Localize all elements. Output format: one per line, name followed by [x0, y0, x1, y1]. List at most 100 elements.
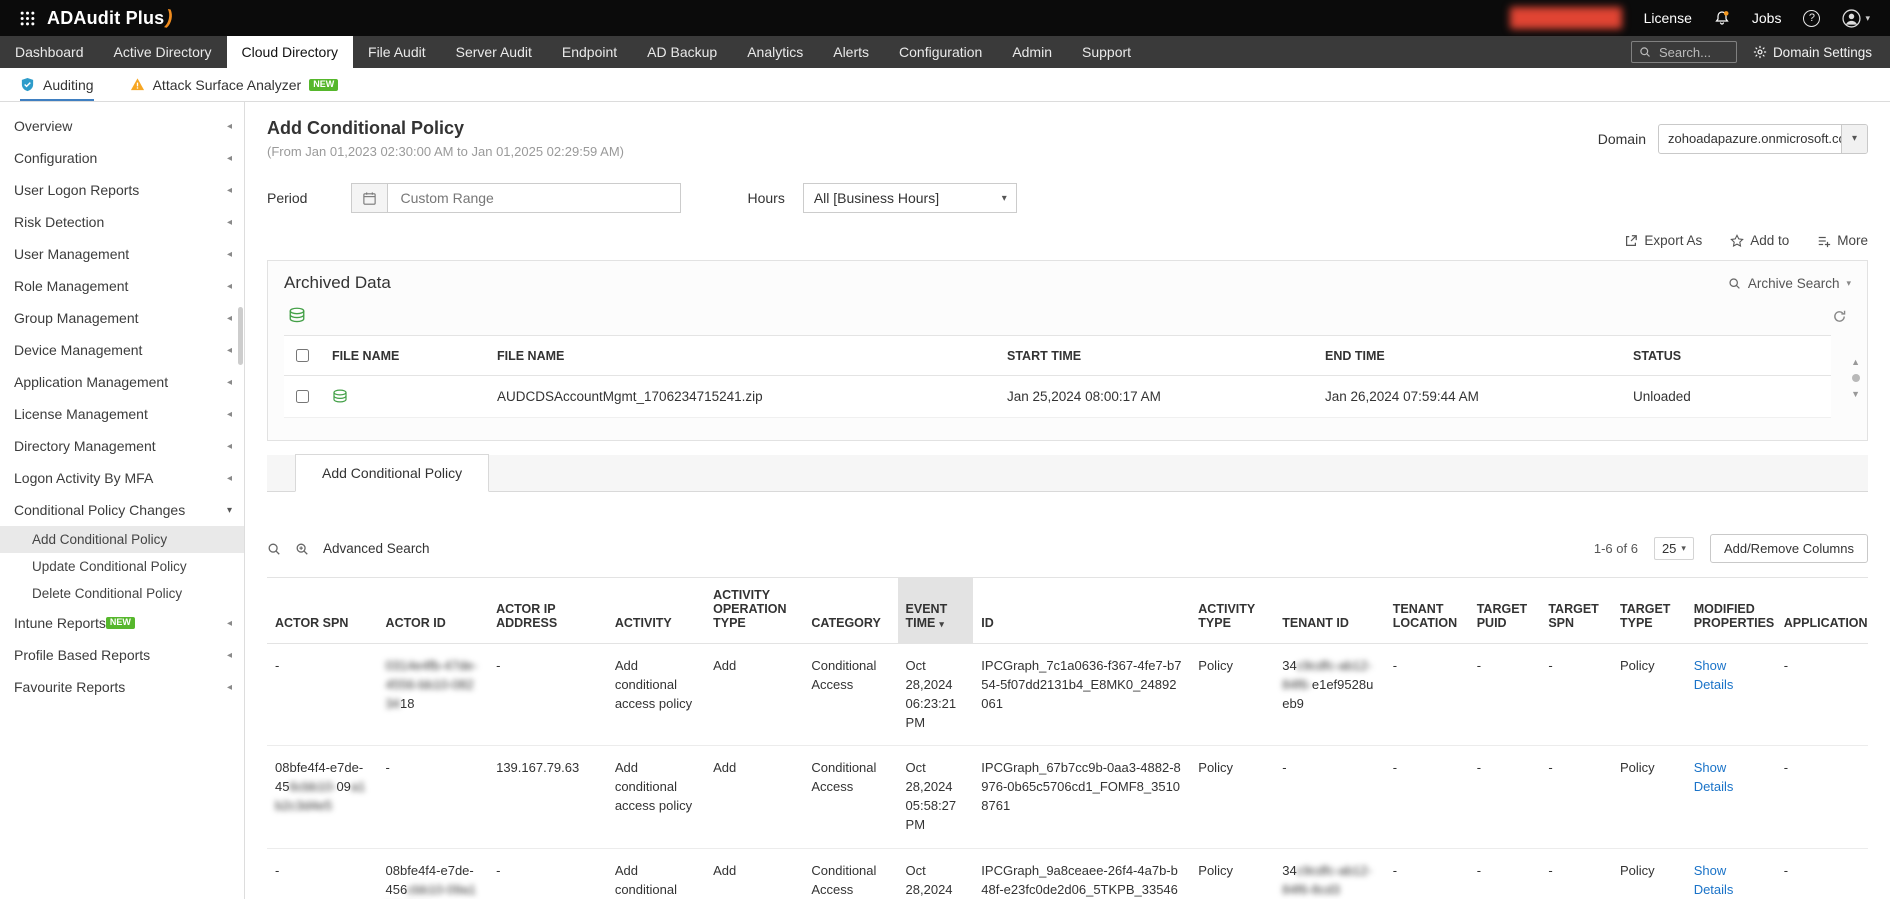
- period-field[interactable]: Custom Range: [351, 183, 682, 213]
- chevron-down-icon: ▾: [1681, 543, 1686, 553]
- nav-tab-endpoint[interactable]: Endpoint: [547, 36, 632, 68]
- col-header-application[interactable]: APPLICATION: [1775, 577, 1868, 644]
- sidebar-scrollbar[interactable]: [238, 307, 243, 365]
- col-header-actor-id[interactable]: ACTOR ID: [377, 577, 489, 644]
- col-header-activity[interactable]: ACTIVITY: [606, 577, 706, 644]
- scroll-down-icon[interactable]: ▼: [1851, 389, 1860, 399]
- nav-tab-configuration[interactable]: Configuration: [884, 36, 997, 68]
- sidebar-item-configuration[interactable]: Configuration ◂: [0, 142, 244, 174]
- show-details-link[interactable]: Show Details: [1694, 863, 1734, 897]
- nav-tab-active-directory[interactable]: Active Directory: [99, 36, 227, 68]
- cell-actor-id: 08bfe4f4-e7de-456cbb10-09a1b2c3d4: [377, 848, 489, 899]
- scroll-thumb[interactable]: [1851, 374, 1860, 382]
- archived-col-start-time: START TIME: [999, 335, 1317, 376]
- sidebar-item-update-conditional-policy[interactable]: Update Conditional Policy: [0, 553, 244, 580]
- sidebar-item-overview[interactable]: Overview ◂: [0, 110, 244, 142]
- sidebar-item-license-management[interactable]: License Management ◂: [0, 398, 244, 430]
- chevron-left-icon: ◂: [226, 344, 232, 356]
- scroll-up-icon[interactable]: ▲: [1851, 357, 1860, 367]
- sidebar-item-group-management[interactable]: Group Management ◂: [0, 302, 244, 334]
- show-details-link[interactable]: Show Details: [1694, 658, 1734, 692]
- domain-select[interactable]: zohoadapazure.onmicrosoft.com ▾: [1658, 123, 1868, 154]
- sidebar-item-risk-detection[interactable]: Risk Detection ◂: [0, 206, 244, 238]
- user-menu[interactable]: ▾: [1842, 8, 1870, 28]
- add-to-label: Add to: [1750, 233, 1790, 248]
- global-search[interactable]: [1630, 41, 1737, 63]
- sidebar-item-application-management[interactable]: Application Management ◂: [0, 366, 244, 398]
- col-header-category[interactable]: CATEGORY: [803, 577, 898, 644]
- nav-tab-admin[interactable]: Admin: [997, 36, 1067, 68]
- nav-tab-ad-backup[interactable]: AD Backup: [632, 36, 732, 68]
- col-header-activity-type[interactable]: ACTIVITY TYPE: [1190, 577, 1275, 644]
- add-remove-columns-button[interactable]: Add/Remove Columns: [1709, 534, 1868, 563]
- tab-auditing[interactable]: Auditing: [20, 68, 94, 101]
- refresh-icon[interactable]: [1832, 309, 1847, 324]
- show-details-link[interactable]: Show Details: [1694, 760, 1734, 794]
- export-as-button[interactable]: Export As: [1624, 233, 1702, 248]
- sidebar-item-device-management[interactable]: Device Management ◂: [0, 334, 244, 366]
- hours-select[interactable]: All [Business Hours] ▾: [802, 183, 1017, 213]
- col-header-target-puid[interactable]: TARGET PUID: [1468, 577, 1541, 644]
- jobs-link[interactable]: Jobs: [1752, 10, 1782, 26]
- search-input[interactable]: [1656, 43, 1729, 61]
- page-size-select[interactable]: 25 ▾: [1653, 537, 1694, 560]
- license-link[interactable]: License: [1644, 10, 1692, 26]
- col-header-event-time[interactable]: EVENT TIME ▾: [897, 577, 974, 644]
- auditing-tab-label: Auditing: [43, 76, 94, 93]
- nav-tab-alerts[interactable]: Alerts: [818, 36, 884, 68]
- cell-tenant-location: -: [1384, 848, 1469, 899]
- sidebar-item-directory-management[interactable]: Directory Management ◂: [0, 430, 244, 462]
- notifications-bell-icon[interactable]: [1714, 10, 1730, 26]
- user-avatar-icon: [1842, 8, 1862, 28]
- row-checkbox[interactable]: [296, 390, 309, 403]
- sidebar-item-delete-conditional-policy[interactable]: Delete Conditional Policy: [0, 580, 244, 607]
- nav-tab-cloud-directory[interactable]: Cloud Directory: [226, 36, 354, 68]
- sidebar-item-label: User Logon Reports: [14, 182, 140, 198]
- archived-status: Unloaded: [1625, 375, 1831, 418]
- nav-tab-file-audit[interactable]: File Audit: [353, 36, 441, 68]
- nav-tab-dashboard[interactable]: Dashboard: [0, 36, 99, 68]
- redacted-text: 6cbb10-: [289, 779, 337, 795]
- sidebar-item-label: User Management: [14, 246, 130, 262]
- cell-text: 34: [1282, 658, 1297, 673]
- tab-add-conditional-policy[interactable]: Add Conditional Policy: [295, 454, 490, 492]
- sidebar-item-logon-activity-by-mfa[interactable]: Logon Activity By MFA ◂: [0, 462, 244, 494]
- col-header-actor-spn[interactable]: ACTOR SPN: [267, 577, 378, 644]
- col-header-modified-properties[interactable]: MODIFIED PROPERTIES: [1685, 577, 1776, 644]
- hours-label: Hours: [747, 190, 785, 206]
- nav-tab-analytics[interactable]: Analytics: [732, 36, 818, 68]
- sidebar-item-user-management[interactable]: User Management ◂: [0, 238, 244, 270]
- col-header-activity-operation-type[interactable]: ACTIVITY OPERATION TYPE: [705, 577, 804, 644]
- col-header-actor-ip-address[interactable]: ACTOR IP ADDRESS: [488, 577, 607, 644]
- advanced-search-icon[interactable]: [295, 542, 309, 556]
- sidebar-item-label: Intune Reports: [14, 615, 106, 631]
- sidebar-item-add-conditional-policy[interactable]: Add Conditional Policy: [0, 526, 244, 553]
- col-header-id[interactable]: ID: [973, 577, 1191, 644]
- advanced-search-label[interactable]: Advanced Search: [323, 541, 430, 556]
- tab-attack-surface-analyzer[interactable]: Attack Surface Analyzer NEW: [130, 68, 339, 101]
- sidebar-item-intune-reports[interactable]: Intune Reports NEW ◂: [0, 607, 244, 639]
- app-grid-icon[interactable]: [20, 11, 35, 26]
- col-header-tenant-id[interactable]: TENANT ID: [1274, 577, 1385, 644]
- column-search-icon[interactable]: [267, 542, 281, 556]
- sidebar-item-favourite-reports[interactable]: Favourite Reports ◂: [0, 671, 244, 703]
- col-header-target-spn[interactable]: TARGET SPN: [1540, 577, 1612, 644]
- nav-tab-server-audit[interactable]: Server Audit: [441, 36, 547, 68]
- archive-search-button[interactable]: Archive Search ▾: [1728, 276, 1851, 291]
- help-icon[interactable]: ?: [1803, 9, 1821, 27]
- cell-activity-operation-type: Add: [705, 745, 804, 849]
- sidebar-item-user-logon-reports[interactable]: User Logon Reports ◂: [0, 174, 244, 206]
- select-all-checkbox[interactable]: [296, 349, 309, 362]
- col-header-target-type[interactable]: TARGET TYPE: [1611, 577, 1686, 644]
- cell-tenant-location: -: [1384, 643, 1469, 747]
- sidebar-item-conditional-policy-changes[interactable]: Conditional Policy Changes ▾: [0, 494, 244, 526]
- nav-tab-support[interactable]: Support: [1067, 36, 1146, 68]
- domain-settings-label: Domain Settings: [1772, 44, 1872, 60]
- add-to-button[interactable]: Add to: [1730, 233, 1789, 248]
- more-button[interactable]: More: [1817, 233, 1868, 248]
- col-header-tenant-location[interactable]: TENANT LOCATION: [1384, 577, 1469, 644]
- cell-target-type: Policy: [1611, 848, 1686, 899]
- domain-settings-button[interactable]: Domain Settings: [1753, 45, 1872, 60]
- sidebar-item-profile-based-reports[interactable]: Profile Based Reports ◂: [0, 639, 244, 671]
- sidebar-item-role-management[interactable]: Role Management ◂: [0, 270, 244, 302]
